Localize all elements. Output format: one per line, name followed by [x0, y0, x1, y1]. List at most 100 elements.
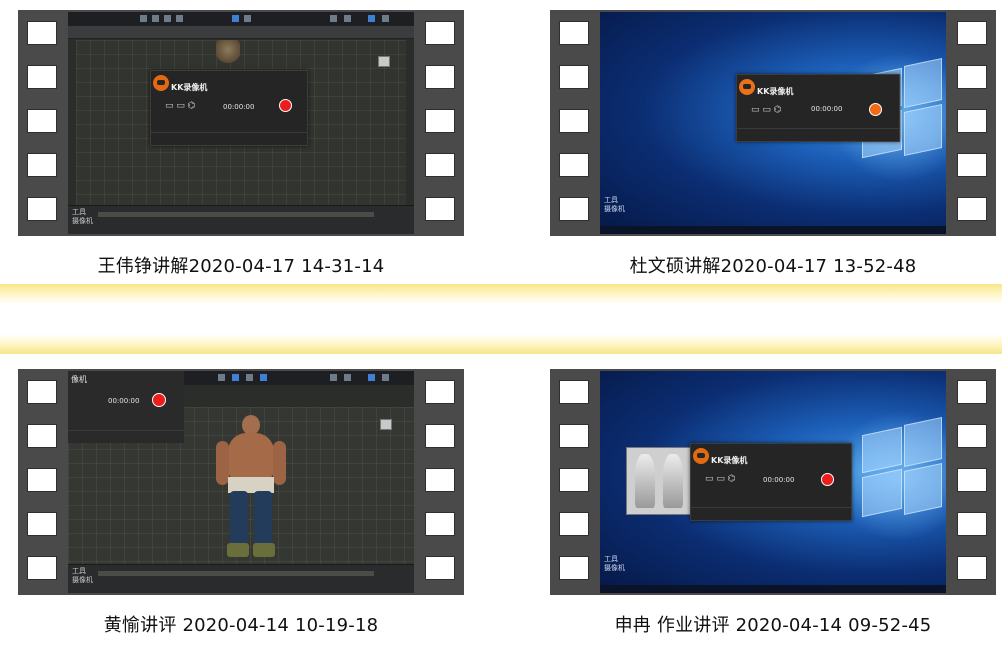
toolbar-icon: [368, 374, 375, 381]
kk-recorder-panel: 像机 00:00:00: [68, 371, 184, 443]
toolbar-icon: [382, 374, 389, 381]
film-perforation-icon: [559, 153, 589, 177]
film-perforation-icon: [27, 380, 57, 404]
toolbar-icon: [368, 15, 375, 22]
film-perforation-icon: [425, 153, 455, 177]
recorder-mode-icons: ▭ ▭ ⌬: [165, 101, 196, 111]
toolbar-icon: [330, 374, 337, 381]
film-strip-frame: KK录像机 ▭ ▭ ⌬ 00:00:00 工具 摄像机: [550, 369, 996, 595]
film-perforation-icon: [425, 468, 455, 492]
record-button-icon: [279, 99, 292, 112]
recorder-mode-icons: ▭ ▭ ⌬: [705, 474, 736, 484]
panel-label-camera: 摄像机: [604, 564, 625, 572]
film-perforation-icon: [27, 556, 57, 580]
toolbar-icon: [246, 374, 253, 381]
film-perforation-icon: [559, 556, 589, 580]
toolbar-icon: [232, 15, 239, 22]
film-perforation-icon: [425, 109, 455, 133]
film-perforation-icon: [27, 153, 57, 177]
toolbar-icon: [344, 374, 351, 381]
windows-logo-icon: [904, 462, 942, 516]
film-strip-frame: KK录像机 ▭ ▭ ⌬ 00:00:00 工具 摄像机: [18, 10, 464, 236]
3d-software-screen: 像机 00:00:00 工具 摄像机: [68, 371, 414, 593]
windows-desktop-screen: KK录像机 ▭ ▭ ⌬ 00:00:00 工具 摄像机: [600, 371, 946, 593]
panel-label-tools: 工具: [72, 567, 86, 575]
record-button-icon: [869, 103, 882, 116]
model-reference-thumbnails: [626, 447, 692, 515]
film-perforation-icon: [559, 197, 589, 221]
video-title[interactable]: 黄愉讲评 2020-04-14 10-19-18: [18, 611, 464, 637]
film-perforation-icon: [559, 380, 589, 404]
recorder-name: KK录像机: [711, 456, 748, 465]
video-title[interactable]: 申冉 作业讲评 2020-04-14 09-52-45: [550, 611, 996, 637]
windows-logo-icon: [904, 103, 942, 157]
film-perforation-icon: [957, 424, 987, 448]
recorder-timer: 00:00:00: [763, 476, 795, 484]
film-perforation-icon: [27, 21, 57, 45]
film-perforation-icon: [559, 468, 589, 492]
camera-heading: 像机: [71, 375, 87, 384]
film-perforation-icon: [957, 556, 987, 580]
windows-taskbar: [600, 585, 946, 593]
divider-band: [0, 284, 1002, 354]
film-strip-frame: KK录像机 ▭ ▭ ⌬ 00:00:00 工具 摄像机: [550, 10, 996, 236]
video-card-3[interactable]: 像机 00:00:00 工具 摄像机 黄愉讲评 2020-04-14 10-19…: [18, 369, 464, 636]
panel-label-camera: 摄像机: [72, 576, 93, 584]
film-perforation-icon: [425, 197, 455, 221]
record-button-icon: [821, 473, 834, 486]
view-cube-icon: [380, 419, 392, 430]
film-perforation-icon: [957, 380, 987, 404]
film-perforation-icon: [957, 512, 987, 536]
panel-label-camera: 摄像机: [604, 205, 625, 213]
film-perforation-icon: [559, 109, 589, 133]
recorder-buttons: [68, 430, 184, 443]
toolbar-icon: [176, 15, 183, 22]
windows-logo-icon: [904, 57, 942, 109]
windows-logo-icon: [862, 468, 902, 518]
recorder-name: KK录像机: [171, 83, 208, 92]
film-perforation-icon: [957, 65, 987, 89]
software-subbar: [68, 26, 414, 39]
panel-label-camera: 摄像机: [72, 217, 93, 225]
panel-label-tools: 工具: [604, 555, 618, 563]
film-perforation-icon: [27, 109, 57, 133]
film-perforation-icon: [27, 468, 57, 492]
film-perforation-icon: [957, 197, 987, 221]
video-thumbnail[interactable]: KK录像机 ▭ ▭ ⌬ 00:00:00 工具 摄像机: [68, 12, 414, 234]
video-title[interactable]: 王伟铮讲解2020-04-17 14-31-14: [18, 252, 464, 278]
windows-taskbar: [600, 226, 946, 234]
film-perforation-icon: [27, 424, 57, 448]
video-card-1[interactable]: KK录像机 ▭ ▭ ⌬ 00:00:00 工具 摄像机 王伟铮讲解2020-04…: [18, 10, 464, 277]
film-perforation-icon: [559, 424, 589, 448]
toolbar-icon: [344, 15, 351, 22]
film-perforation-icon: [425, 380, 455, 404]
recorder-buttons: [691, 507, 851, 520]
film-perforation-icon: [27, 197, 57, 221]
film-strip-frame: 像机 00:00:00 工具 摄像机: [18, 369, 464, 595]
kk-recorder-window: KK录像机 ▭ ▭ ⌬ 00:00:00: [690, 443, 852, 521]
video-thumbnail[interactable]: 像机 00:00:00 工具 摄像机: [68, 371, 414, 593]
video-title[interactable]: 杜文硕讲解2020-04-17 13-52-48: [550, 252, 996, 278]
recorder-name: KK录像机: [757, 87, 794, 96]
film-perforation-icon: [27, 512, 57, 536]
recorder-mode-icons: ▭ ▭ ⌬: [751, 105, 782, 115]
film-perforation-icon: [559, 65, 589, 89]
toolbar-icon: [232, 374, 239, 381]
recorder-timer: 00:00:00: [811, 105, 843, 113]
toolbar-icon: [382, 15, 389, 22]
recorder-buttons: [737, 128, 899, 141]
software-statusbar: 工具 摄像机: [68, 564, 414, 593]
panel-label-tools: 工具: [604, 196, 618, 204]
video-thumbnail[interactable]: KK录像机 ▭ ▭ ⌬ 00:00:00 工具 摄像机: [600, 371, 946, 593]
film-perforation-icon: [27, 65, 57, 89]
toolbar-icon: [260, 374, 267, 381]
video-card-2[interactable]: KK录像机 ▭ ▭ ⌬ 00:00:00 工具 摄像机 杜文硕讲解2020-04…: [550, 10, 996, 277]
video-card-4[interactable]: KK录像机 ▭ ▭ ⌬ 00:00:00 工具 摄像机 申冉 作业讲评 2020…: [550, 369, 996, 636]
3d-software-screen: KK录像机 ▭ ▭ ⌬ 00:00:00 工具 摄像机: [68, 12, 414, 234]
toolbar-icon: [164, 15, 171, 22]
toolbar-icon: [330, 15, 337, 22]
video-thumbnail[interactable]: KK录像机 ▭ ▭ ⌬ 00:00:00 工具 摄像机: [600, 12, 946, 234]
film-perforation-icon: [957, 21, 987, 45]
recorder-buttons: [151, 132, 307, 145]
film-perforation-icon: [425, 512, 455, 536]
